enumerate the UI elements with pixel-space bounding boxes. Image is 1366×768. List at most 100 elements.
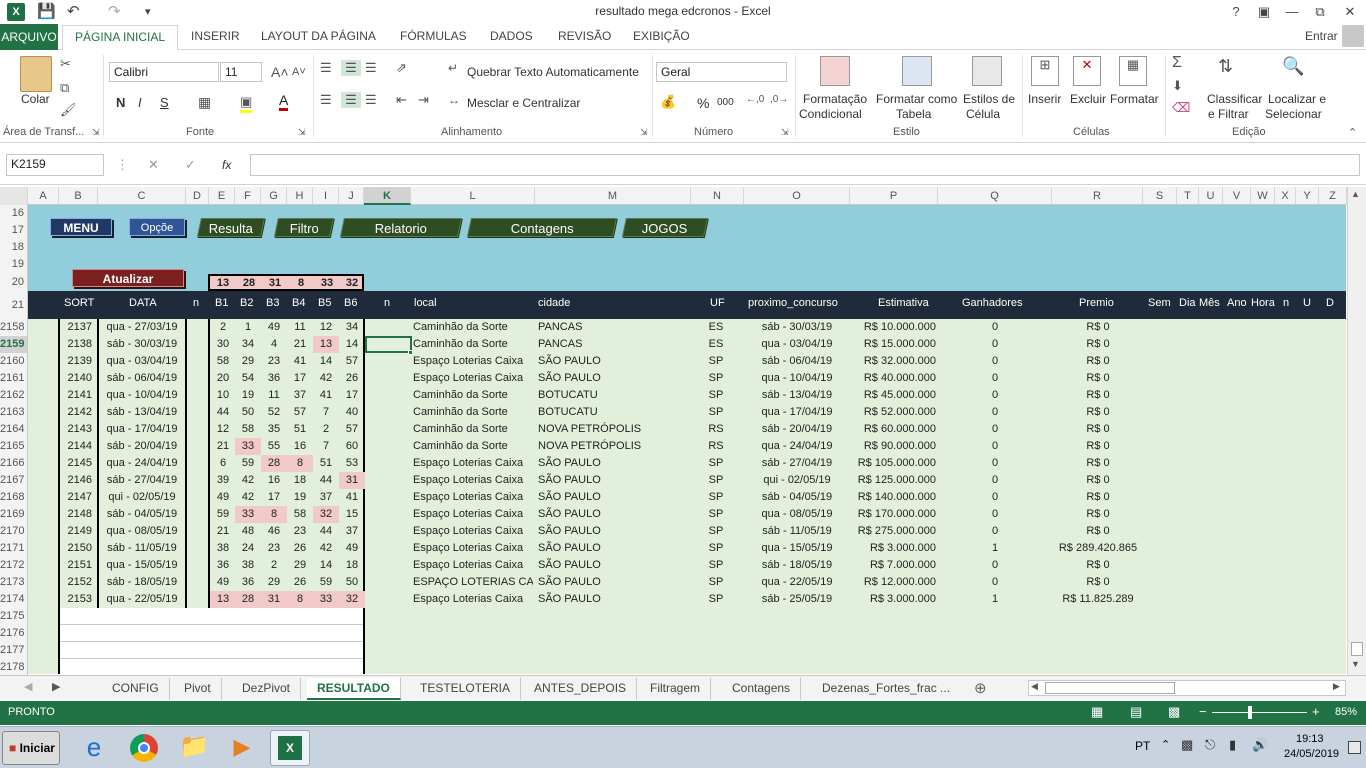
row-header[interactable]: 2172 bbox=[0, 557, 28, 574]
help-button[interactable]: ? bbox=[1222, 2, 1250, 22]
header-uf[interactable]: UF bbox=[710, 297, 725, 309]
cell-styles-button[interactable]: Estilos de bbox=[963, 92, 1015, 106]
col-header-l[interactable]: L bbox=[411, 187, 535, 205]
ie-icon[interactable]: e bbox=[74, 730, 114, 766]
cancel-icon[interactable]: ✕ bbox=[148, 157, 159, 173]
header-local[interactable]: local bbox=[414, 297, 437, 309]
bold-button[interactable]: N bbox=[116, 95, 125, 110]
col-header-w[interactable]: W bbox=[1251, 187, 1275, 205]
row-header[interactable]: 2173 bbox=[0, 574, 28, 591]
tray-usb-icon[interactable]: ⎋ bbox=[1205, 737, 1215, 753]
col-header-r[interactable]: R bbox=[1052, 187, 1143, 205]
header-b4[interactable]: B4 bbox=[292, 297, 305, 309]
row-header[interactable]: 19 bbox=[0, 256, 24, 273]
scrollbar-thumb[interactable] bbox=[1351, 642, 1363, 656]
insert-function-button[interactable]: fx bbox=[222, 158, 231, 172]
find-select-icon[interactable]: 🔍 bbox=[1282, 56, 1304, 77]
col-header-e[interactable]: E bbox=[209, 187, 235, 205]
sheet-tab-antes-depois[interactable]: ANTES_DEPOIS bbox=[524, 678, 638, 700]
col-header-f[interactable]: F bbox=[235, 187, 261, 205]
row-header[interactable]: 2165 bbox=[0, 438, 28, 455]
enter-icon[interactable]: ✓ bbox=[185, 157, 196, 173]
col-header-p[interactable]: P bbox=[850, 187, 938, 205]
table-row[interactable]: 2138 sáb - 30/03/19 30 34 4 21 13 14 Caminhão da… bbox=[28, 336, 1346, 353]
align-center-icon[interactable]: ☰ bbox=[341, 92, 361, 108]
show-desktop-icon[interactable] bbox=[1348, 741, 1361, 754]
header-sem[interactable]: Sem bbox=[1148, 297, 1171, 309]
clipboard-launcher-icon[interactable]: ⇲ bbox=[92, 127, 100, 138]
nav-jogos-button[interactable]: JOGOS bbox=[621, 218, 709, 237]
row-header[interactable]: 2161 bbox=[0, 370, 28, 387]
atualizar-button[interactable]: Atualizar bbox=[72, 269, 184, 287]
row-header[interactable]: 2164 bbox=[0, 421, 28, 438]
conditional-format-icon[interactable] bbox=[820, 56, 850, 86]
find-select-label2[interactable]: Selecionar bbox=[1265, 107, 1322, 121]
header-u[interactable]: U bbox=[1303, 297, 1311, 309]
header-b3[interactable]: B3 bbox=[266, 297, 279, 309]
font-name-select[interactable]: Calibri bbox=[109, 62, 219, 82]
row-header[interactable]: 2168 bbox=[0, 489, 28, 506]
col-header-s[interactable]: S bbox=[1143, 187, 1177, 205]
sheet-tab-pivot[interactable]: Pivot bbox=[174, 678, 222, 700]
col-header-j[interactable]: J bbox=[339, 187, 364, 205]
thousands-button[interactable]: 000 bbox=[717, 97, 734, 108]
number-launcher-icon[interactable]: ⇲ bbox=[781, 127, 789, 138]
row-header[interactable]: 2163 bbox=[0, 404, 28, 421]
language-indicator[interactable]: PT bbox=[1135, 739, 1150, 753]
cell-styles-icon[interactable] bbox=[972, 56, 1002, 86]
col-header-o[interactable]: O bbox=[744, 187, 850, 205]
header-premio[interactable]: Premio bbox=[1079, 297, 1114, 309]
borders-icon[interactable]: ▦ bbox=[198, 94, 211, 111]
col-header-a[interactable]: A bbox=[28, 187, 59, 205]
chrome-icon[interactable] bbox=[124, 730, 164, 766]
sheet-tab-config[interactable]: CONFIG bbox=[102, 678, 170, 700]
col-header-z[interactable]: Z bbox=[1319, 187, 1347, 205]
col-header-q[interactable]: Q bbox=[938, 187, 1052, 205]
table-row[interactable]: 2153 qua - 22/05/19 13 28 31 8 33 32 Espaço Lote… bbox=[28, 591, 1346, 608]
delete-cells-icon[interactable]: ✕ bbox=[1073, 56, 1101, 86]
col-header-u[interactable]: U bbox=[1199, 187, 1223, 205]
col-header-n[interactable]: N bbox=[691, 187, 744, 205]
grow-font-icon[interactable]: A˄ bbox=[271, 64, 289, 80]
nav-filtro-button[interactable]: Filtro bbox=[273, 218, 335, 237]
header-n2[interactable]: n bbox=[384, 297, 390, 309]
horizontal-scrollbar[interactable]: ◀ ▶ bbox=[1028, 680, 1346, 696]
table-row[interactable]: 2149 qua - 08/05/19 21 48 46 23 44 37 Espaço Lot… bbox=[28, 523, 1346, 540]
folder-icon[interactable]: 📁 bbox=[174, 730, 214, 766]
excel-taskbar-icon[interactable]: X bbox=[270, 730, 310, 766]
autosum-icon[interactable]: Σ bbox=[1172, 54, 1182, 72]
row-header[interactable]: 21 bbox=[0, 291, 28, 319]
percent-button[interactable]: % bbox=[697, 95, 709, 111]
header-b5[interactable]: B5 bbox=[318, 297, 331, 309]
header-ganhadores[interactable]: Ganhadores bbox=[962, 297, 1023, 309]
scroll-left-icon[interactable]: ◀ bbox=[1031, 681, 1038, 692]
insert-cells-button[interactable]: Inserir bbox=[1028, 92, 1061, 106]
table-row[interactable]: 2147 qui - 02/05/19 49 42 17 19 37 41 Espaço Lot… bbox=[28, 489, 1346, 506]
header-n[interactable]: n bbox=[193, 297, 199, 309]
sheet-tab-testeloteria[interactable]: TESTELOTERIA bbox=[410, 678, 522, 700]
header-mes[interactable]: Mês bbox=[1199, 297, 1220, 309]
col-header-h[interactable]: H bbox=[287, 187, 313, 205]
clock-date[interactable]: 24/05/2019 bbox=[1284, 748, 1339, 760]
cell-styles-label2[interactable]: Célula bbox=[966, 107, 1000, 121]
table-row[interactable]: 2150 sáb - 11/05/19 38 24 23 26 42 49 Espaço Lot… bbox=[28, 540, 1346, 557]
tray-expand-icon[interactable]: ⌃ bbox=[1161, 738, 1170, 751]
collapse-ribbon-icon[interactable]: ⌃ bbox=[1348, 126, 1357, 139]
row-header[interactable]: 16 bbox=[0, 205, 24, 222]
restore-icon[interactable]: ⧉ bbox=[1306, 2, 1334, 22]
header-data[interactable]: DATA bbox=[129, 297, 157, 309]
row-header[interactable]: 2160 bbox=[0, 353, 28, 370]
col-header-y[interactable]: Y bbox=[1296, 187, 1319, 205]
row-header[interactable]: 20 bbox=[0, 273, 24, 291]
table-row[interactable]: 2140 sáb - 06/04/19 20 54 36 17 42 26 Espaço Lot… bbox=[28, 370, 1346, 387]
add-sheet-icon[interactable]: ⊕ bbox=[974, 679, 987, 697]
header-b6[interactable]: B6 bbox=[344, 297, 357, 309]
tab-formulas[interactable]: FÓRMULAS bbox=[400, 29, 467, 43]
prev-sheet-icon[interactable]: ◀ bbox=[24, 680, 32, 693]
row-header[interactable]: 2177 bbox=[0, 642, 28, 659]
header-hora[interactable]: Hora bbox=[1251, 297, 1275, 309]
table-row[interactable]: 2141 qua - 10/04/19 10 19 11 37 41 17 Caminhão d… bbox=[28, 387, 1346, 404]
formula-input[interactable] bbox=[250, 154, 1360, 176]
decrease-indent-icon[interactable]: ⇤ bbox=[396, 92, 407, 108]
scroll-down-icon[interactable]: ▼ bbox=[1351, 659, 1360, 669]
